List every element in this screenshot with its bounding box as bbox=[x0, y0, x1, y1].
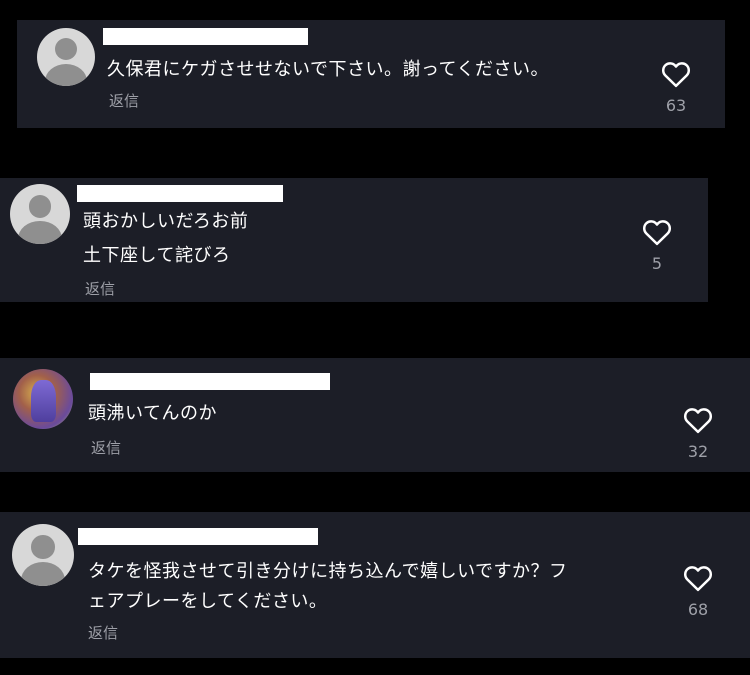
like-count: 63 bbox=[665, 96, 687, 115]
user-avatar[interactable] bbox=[10, 184, 70, 244]
heart-outline-icon bbox=[642, 220, 672, 246]
like-count: 68 bbox=[687, 600, 709, 619]
heart-outline-icon bbox=[661, 62, 691, 88]
username-redacted[interactable] bbox=[77, 185, 283, 202]
like-count: 5 bbox=[651, 254, 663, 273]
user-avatar[interactable] bbox=[12, 524, 74, 586]
heart-outline-icon bbox=[683, 566, 713, 592]
comment-text-line-2: 土下座して詫びろ bbox=[83, 245, 231, 266]
comment-card: 頭沸いてんのか 返信 32 bbox=[0, 358, 750, 472]
like-button[interactable]: 68 bbox=[668, 564, 728, 619]
user-avatar-photo[interactable] bbox=[13, 369, 73, 429]
comment-text: 頭沸いてんのか bbox=[88, 403, 217, 424]
reply-button[interactable]: 返信 bbox=[88, 622, 118, 643]
comment-text-line-1: 頭おかしいだろお前 bbox=[83, 211, 249, 232]
username-redacted[interactable] bbox=[90, 373, 330, 390]
like-button[interactable]: 32 bbox=[668, 406, 728, 461]
user-avatar[interactable] bbox=[37, 28, 95, 86]
reply-button[interactable]: 返信 bbox=[91, 437, 121, 458]
username-redacted[interactable] bbox=[78, 528, 318, 545]
username-redacted[interactable] bbox=[103, 28, 308, 45]
comment-text-line-2: ェアプレーをしてください。 bbox=[88, 591, 328, 612]
comment-card: タケを怪我させて引き分けに持ち込んで嬉しいですか？フ ェアプレーをしてください。… bbox=[0, 512, 750, 658]
reply-button[interactable]: 返信 bbox=[85, 278, 115, 299]
heart-outline-icon bbox=[683, 408, 713, 434]
reply-button[interactable]: 返信 bbox=[109, 90, 139, 111]
like-button[interactable]: 5 bbox=[627, 218, 687, 273]
comment-card: 頭おかしいだろお前 土下座して詫びろ 返信 5 bbox=[0, 178, 708, 302]
like-button[interactable]: 63 bbox=[646, 60, 706, 115]
comment-text-line-1: タケを怪我させて引き分けに持ち込んで嬉しいですか？フ bbox=[88, 561, 568, 582]
comment-text: 久保君にケガさせせないで下さい。謝ってください。 bbox=[107, 59, 550, 80]
comment-card: 久保君にケガさせせないで下さい。謝ってください。 返信 63 bbox=[17, 20, 725, 128]
like-count: 32 bbox=[687, 442, 709, 461]
